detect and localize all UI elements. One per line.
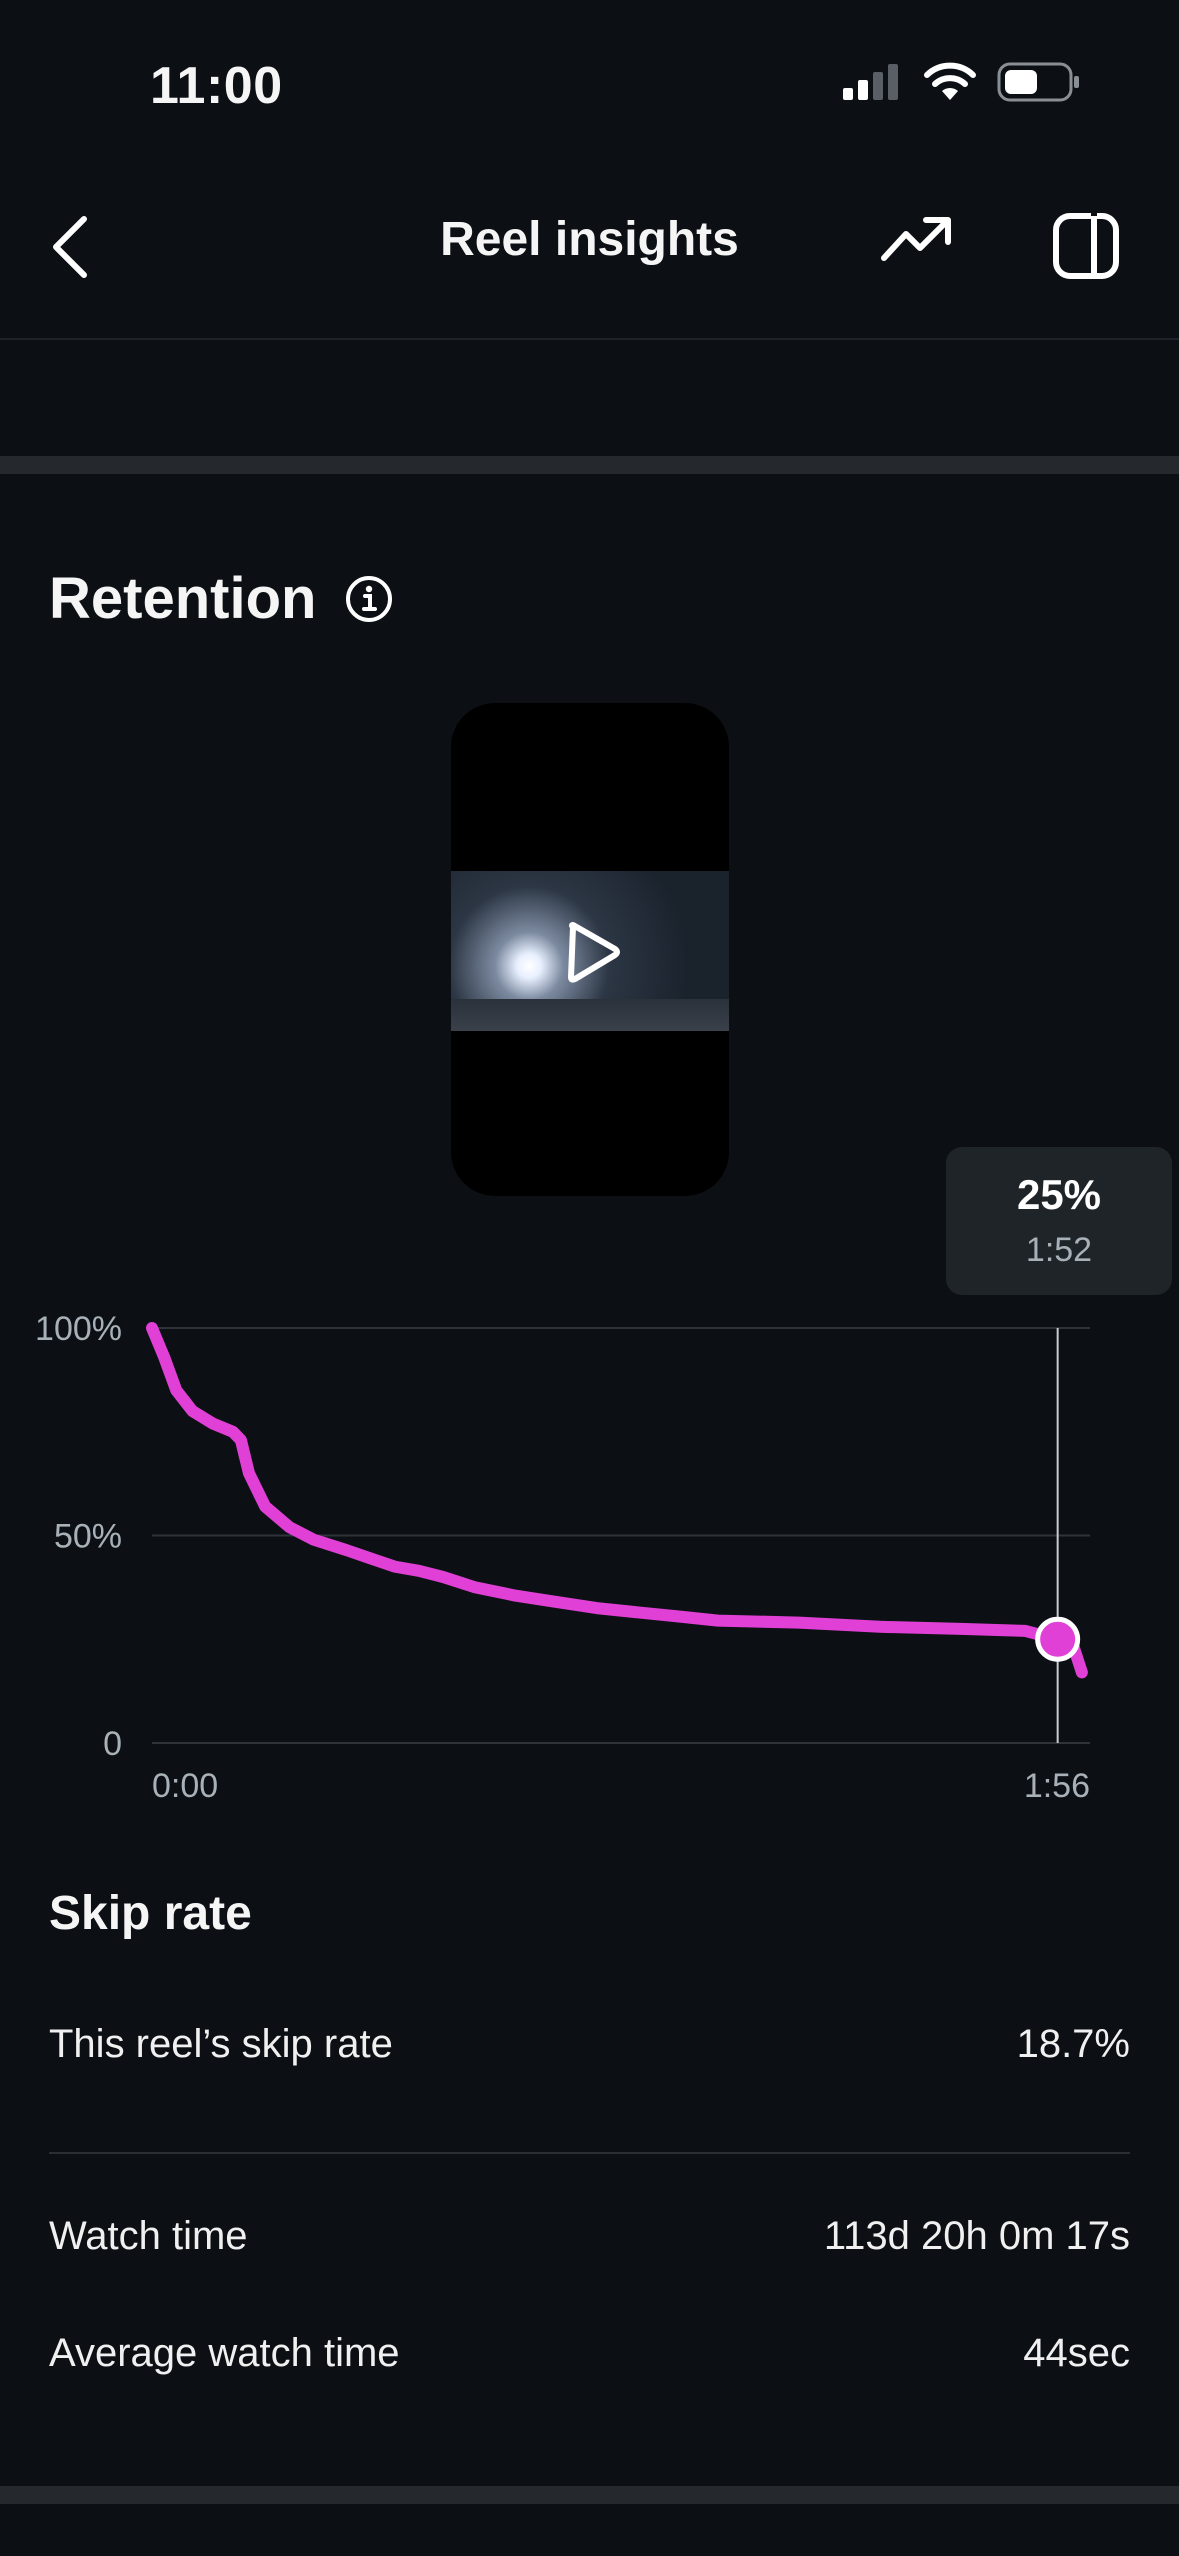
trends-button[interactable] xyxy=(880,210,960,290)
average-watch-time-label: Average watch time xyxy=(49,2331,400,2375)
play-icon[interactable] xyxy=(559,919,625,985)
watch-time-label: Watch time xyxy=(49,2214,248,2258)
skip-rate-row: This reel’s skip rate 18.7% xyxy=(49,2022,1130,2067)
section-divider xyxy=(0,2486,1179,2504)
y-tick-label: 100% xyxy=(35,1310,122,1348)
reel-thumbnail[interactable] xyxy=(451,703,729,1196)
y-tick-label: 50% xyxy=(54,1518,122,1556)
cursor-point xyxy=(1035,1616,1081,1662)
watch-time-value: 113d 20h 0m 17s xyxy=(823,2214,1130,2258)
chart-series xyxy=(146,1322,1088,1679)
tooltip-timestamp: 1:52 xyxy=(1025,1231,1093,1269)
status-time: 11:00 xyxy=(150,57,283,115)
tooltip-percentage: 25% xyxy=(1016,1171,1102,1218)
chart-ticks: 100% 50% 0 0:00 1:56 xyxy=(35,1310,1090,1805)
x-tick-label: 1:56 xyxy=(1024,1767,1090,1805)
page-title: Reel insights xyxy=(440,213,739,266)
side-panel-button[interactable] xyxy=(1050,210,1130,290)
preview-ground xyxy=(451,999,729,1031)
retention-line xyxy=(146,1322,1088,1679)
x-tick-label: 0:00 xyxy=(152,1767,218,1805)
wifi-icon xyxy=(924,62,976,100)
trending-up-icon xyxy=(881,217,951,261)
reel-preview-image xyxy=(451,871,729,1031)
skip-rate-value: 18.7% xyxy=(1016,2022,1130,2066)
status-icons xyxy=(843,62,1081,102)
skip-rate-title: Skip rate xyxy=(49,1887,252,1940)
retention-info-button[interactable] xyxy=(344,574,394,624)
y-tick-label: 0 xyxy=(103,1725,122,1763)
side-panel-icon xyxy=(1053,212,1119,279)
retention-tooltip: 25% 1:52 xyxy=(946,1147,1172,1295)
retention-chart[interactable]: 100% 50% 0 0:00 1:56 xyxy=(0,1290,1179,1830)
retention-title: Retention xyxy=(49,566,317,631)
watch-time-row: Watch time 113d 20h 0m 17s xyxy=(49,2214,1130,2259)
info-icon xyxy=(346,576,392,622)
battery-icon xyxy=(997,62,1079,102)
header-bar: Reel insights xyxy=(0,160,1179,340)
cellular-signal-icon xyxy=(843,64,898,100)
skip-rate-label: This reel’s skip rate xyxy=(49,2022,393,2066)
section-divider xyxy=(0,456,1179,474)
average-watch-time-value: 44sec xyxy=(1023,2331,1130,2375)
average-watch-time-row: Average watch time 44sec xyxy=(49,2331,1130,2376)
divider xyxy=(49,2152,1130,2154)
